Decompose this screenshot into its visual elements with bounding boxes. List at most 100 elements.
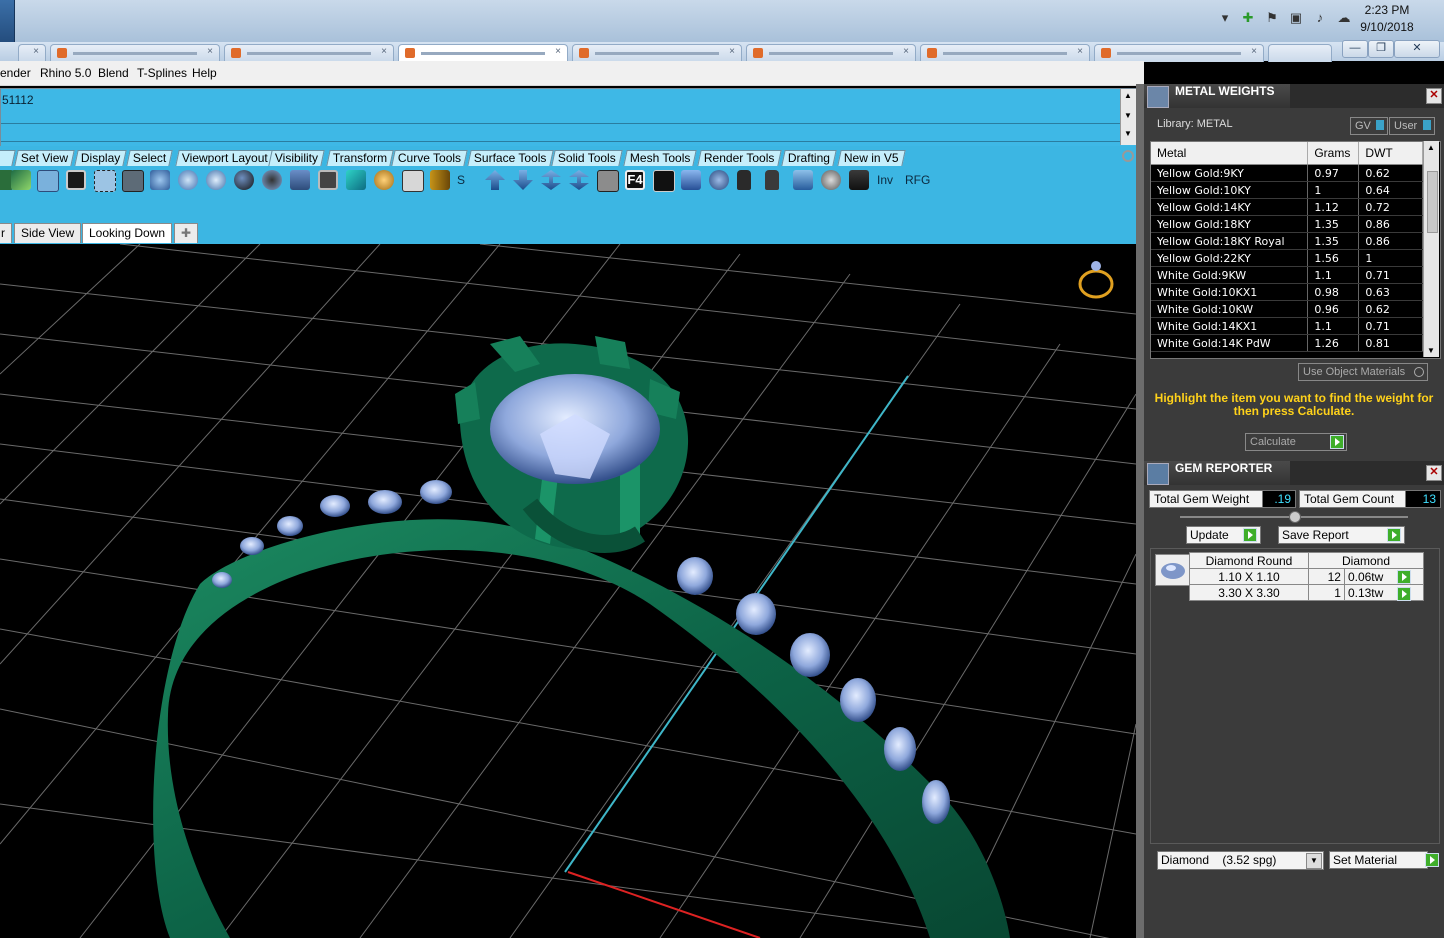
- toolbar-tab[interactable]: Transform: [326, 150, 394, 166]
- scroll-down-icon[interactable]: ▼: [1124, 111, 1132, 120]
- view-tab-active[interactable]: Looking Down: [82, 223, 173, 243]
- column-header-metal[interactable]: Metal: [1151, 142, 1309, 165]
- close-icon[interactable]: ×: [903, 46, 909, 57]
- atom-icon[interactable]: [262, 170, 282, 190]
- toolbar-tab[interactable]: New in V5: [837, 150, 906, 166]
- toolbar-tab[interactable]: Display: [74, 150, 128, 166]
- tray-volume-icon[interactable]: ♪: [1312, 10, 1328, 26]
- table-row[interactable]: Yellow Gold:18KY Royal 1.35 0.86: [1151, 232, 1423, 250]
- table-row[interactable]: White Gold:14K PdW 1.26 0.81: [1151, 334, 1423, 352]
- network-surface-icon[interactable]: [11, 170, 31, 190]
- globe-icon[interactable]: [206, 170, 226, 190]
- scrollbar-thumb[interactable]: [1427, 171, 1438, 233]
- add-view-tab-button[interactable]: ✚: [174, 223, 198, 243]
- table-row[interactable]: White Gold:10KW 0.96 0.62: [1151, 300, 1423, 318]
- metal-weights-table[interactable]: Metal Grams DWT Yellow Gold:9KY 0.97 0.62 …: [1150, 141, 1441, 359]
- chevron-down-icon[interactable]: ▼: [1306, 853, 1322, 869]
- table-row[interactable]: Yellow Gold:18KY 1.35 0.86: [1151, 215, 1423, 233]
- sphere-icon[interactable]: [178, 170, 198, 190]
- gem-row[interactable]: 1.10 X 1.10 12 0.06tw: [1189, 568, 1425, 585]
- tray-network-icon[interactable]: ▣: [1288, 10, 1304, 26]
- toolbar-rfg-label[interactable]: RFG: [905, 173, 930, 187]
- toolbar-tab[interactable]: Solid Tools: [551, 150, 623, 166]
- toolbar-settings-gear-icon[interactable]: [1122, 150, 1134, 162]
- table-row[interactable]: Yellow Gold:9KY 0.97 0.62: [1151, 164, 1423, 182]
- toolbar-tab[interactable]: Viewport Layout: [175, 150, 275, 166]
- toolbar-tab[interactable]: Select: [126, 150, 174, 166]
- close-icon[interactable]: ×: [555, 46, 561, 57]
- scroll-up-icon[interactable]: ▲: [1124, 91, 1132, 100]
- menu-help[interactable]: Help: [192, 66, 217, 80]
- spheres-icon[interactable]: [234, 170, 254, 190]
- gem-table[interactable]: Diamond Round Diamond 1.10 X 1.10 12 0.0…: [1189, 552, 1425, 601]
- close-icon[interactable]: ×: [33, 46, 39, 57]
- browser-tab[interactable]: ×: [18, 44, 46, 62]
- browser-tab-active[interactable]: ×: [398, 44, 568, 62]
- unlock-icon[interactable]: [765, 170, 779, 190]
- scroll-up-icon[interactable]: ▲: [1427, 143, 1435, 152]
- gem-row[interactable]: 3.30 X 3.30 1 0.13tw: [1189, 584, 1425, 601]
- close-icon[interactable]: ×: [1077, 46, 1083, 57]
- f4-icon[interactable]: F4: [625, 170, 645, 190]
- bounding-box-icon[interactable]: [94, 170, 116, 192]
- toolbar-tab[interactable]: Set View: [14, 150, 75, 166]
- close-icon[interactable]: ×: [1251, 46, 1257, 57]
- cube-icon[interactable]: [346, 170, 366, 190]
- gumball-icon[interactable]: [37, 170, 59, 192]
- view-tab[interactable]: r: [0, 223, 12, 243]
- save-icon[interactable]: [318, 170, 338, 190]
- cross-icon[interactable]: [653, 170, 675, 192]
- move-icon[interactable]: [793, 170, 813, 190]
- new-tab-button[interactable]: [1268, 44, 1332, 62]
- calculate-button[interactable]: Calculate: [1245, 433, 1347, 451]
- window-close-button[interactable]: ✕: [1394, 40, 1440, 58]
- table-row[interactable]: White Gold:14KX1 1.1 0.71: [1151, 317, 1423, 335]
- table-row[interactable]: Yellow Gold:14KY 1.12 0.72: [1151, 198, 1423, 216]
- update-button[interactable]: Update: [1186, 526, 1261, 544]
- clock-date[interactable]: 9/10/2018: [1352, 20, 1422, 34]
- layout-icon[interactable]: [402, 170, 424, 192]
- column-header-grams[interactable]: Grams: [1307, 142, 1360, 165]
- shape-icon[interactable]: [681, 170, 701, 190]
- gem-row-go-icon[interactable]: [1397, 570, 1411, 584]
- gear-icon[interactable]: [374, 170, 394, 190]
- lock-icon[interactable]: [737, 170, 751, 190]
- mirror-icon[interactable]: [150, 170, 170, 190]
- minimize-button[interactable]: —: [1342, 40, 1368, 58]
- sweep-icon[interactable]: [709, 170, 729, 190]
- people-icon[interactable]: [849, 170, 869, 190]
- browser-tab[interactable]: ×: [1094, 44, 1264, 62]
- ring-navigation-icon[interactable]: [1078, 261, 1114, 299]
- taskbar-start-edge[interactable]: [0, 0, 15, 42]
- view-tab[interactable]: Side View: [14, 223, 82, 243]
- save-report-button[interactable]: Save Report: [1278, 526, 1405, 544]
- viewport-divider[interactable]: [1136, 84, 1144, 938]
- scroll-down-icon[interactable]: ▼: [1124, 129, 1132, 138]
- toolbar-tab[interactable]: Mesh Tools: [623, 150, 698, 166]
- table-row[interactable]: Yellow Gold:22KY 1.56 1: [1151, 249, 1423, 267]
- divider-handle-icon[interactable]: [1289, 511, 1301, 523]
- tray-cloud-icon[interactable]: ☁: [1336, 10, 1352, 26]
- column-header-dwt[interactable]: DWT: [1358, 142, 1423, 165]
- properties-icon[interactable]: [122, 170, 144, 192]
- close-icon[interactable]: ×: [729, 46, 735, 57]
- scatter-icon[interactable]: [290, 170, 310, 190]
- toolbar-tab[interactable]: Drafting: [781, 150, 837, 166]
- browser-tab[interactable]: ×: [920, 44, 1090, 62]
- use-object-materials-button[interactable]: Use Object Materials: [1298, 363, 1428, 381]
- rotate-icon[interactable]: [821, 170, 841, 190]
- close-icon[interactable]: ×: [207, 46, 213, 57]
- user-button[interactable]: User: [1389, 117, 1435, 135]
- toolbar-inv-label[interactable]: Inv: [877, 173, 893, 187]
- toolbar-tab[interactable]: Surface Tools: [467, 150, 554, 166]
- command-area[interactable]: [0, 88, 1138, 148]
- table-row[interactable]: Yellow Gold:10KY 1 0.64: [1151, 181, 1423, 199]
- viewport-canvas[interactable]: [0, 244, 1136, 938]
- monitor-icon[interactable]: [66, 170, 86, 190]
- clock-time[interactable]: 2:23 PM: [1352, 3, 1422, 17]
- menu-rhino[interactable]: Rhino 5.0: [40, 66, 91, 80]
- menu-blend[interactable]: Blend: [98, 66, 129, 80]
- menu-render[interactable]: ender: [0, 66, 31, 80]
- browser-tab[interactable]: ×: [50, 44, 220, 62]
- gem-row-go-icon[interactable]: [1397, 587, 1411, 601]
